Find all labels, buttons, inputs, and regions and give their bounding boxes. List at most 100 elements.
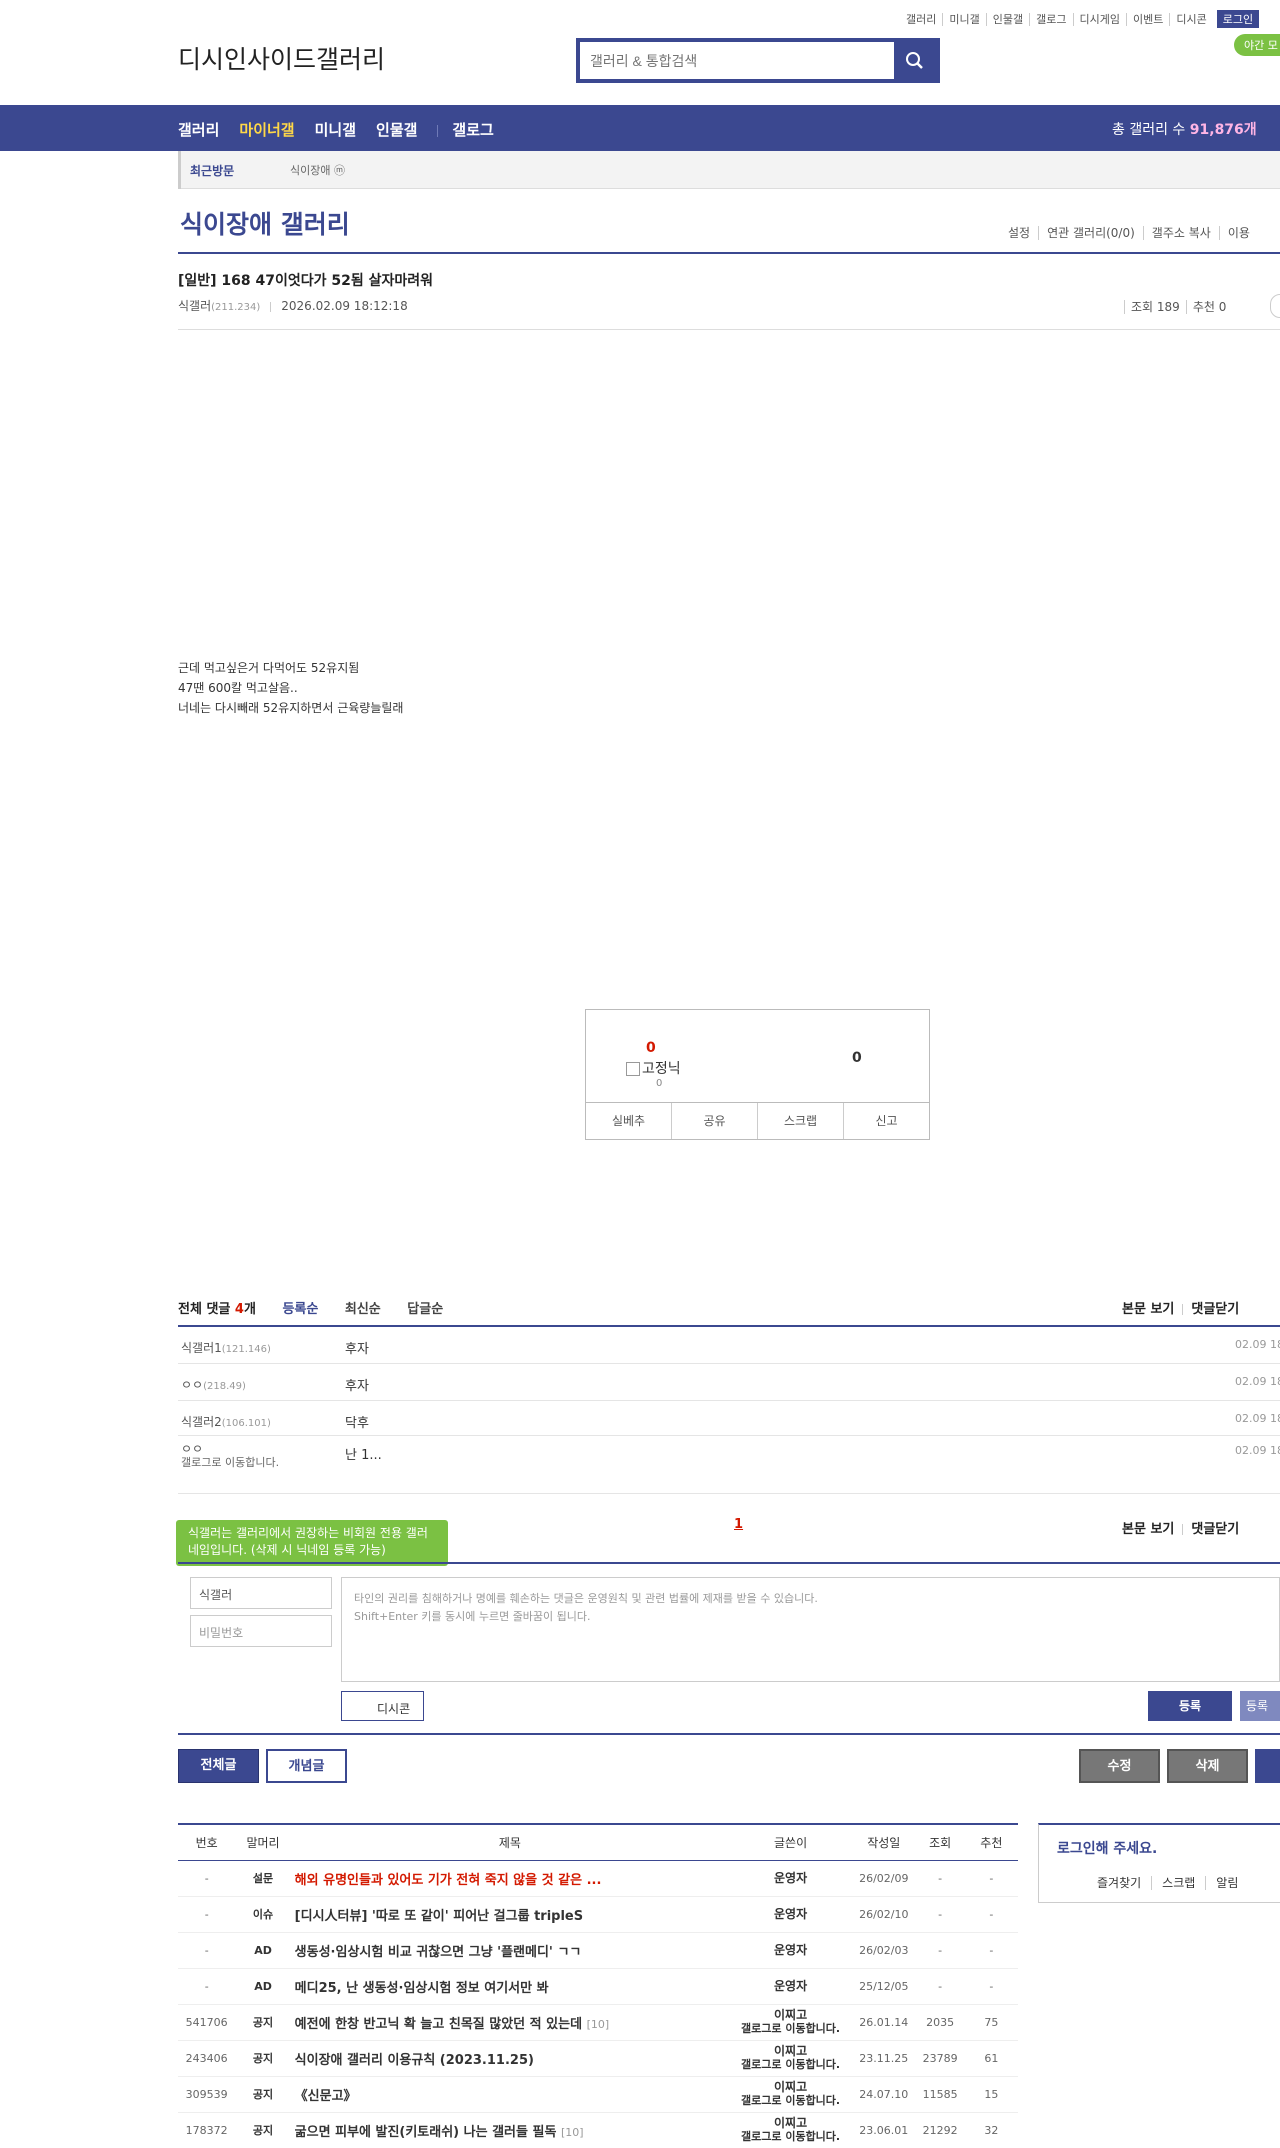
gallery-usage[interactable]: 이용	[1218, 226, 1258, 240]
sort-latest[interactable]: 최신순	[345, 1302, 381, 1317]
gallog-link-icon[interactable]: 갤로그로 이동합니다.	[729, 2094, 852, 2108]
report-button[interactable]: 신고	[843, 1103, 929, 1139]
share-button[interactable]: 공유	[671, 1103, 757, 1139]
post-date: 24.07.10	[852, 2076, 916, 2113]
best-recommend-button[interactable]: 실베추	[586, 1103, 671, 1139]
comment-nick[interactable]: ㅇㅇ 갤로그로 이동합니다.	[181, 1443, 311, 1470]
table-row[interactable]: 309539 공지 《신문고》 이찌고 갤로그로 이동합니다. 24.07.10 1158…	[178, 2076, 1018, 2113]
comment-nick[interactable]: 식갤러2(106.101)	[181, 1413, 271, 1430]
util-link-event[interactable]: 이벤트	[1125, 13, 1170, 26]
alarm-link[interactable]: 알림	[1205, 1876, 1249, 1890]
related-galleries[interactable]: 연관 갤러리(0/0)	[1038, 226, 1143, 240]
comment-nick[interactable]: 식갤러1(121.146)	[181, 1339, 271, 1356]
sort-replies[interactable]: 답글순	[407, 1302, 443, 1317]
nickname-field[interactable]: 식갤러	[190, 1577, 332, 1609]
write-button[interactable]	[1255, 1749, 1280, 1783]
comment-text: 닥후	[345, 1416, 369, 1431]
post-writer[interactable]: 이찌고 갤로그로 이동합니다.	[729, 2112, 853, 2148]
dccon-button[interactable]: 디시콘	[341, 1691, 424, 1721]
post-writer[interactable]: 이찌고 갤로그로 이동합니다.	[729, 2004, 853, 2041]
reply-count[interactable]: [10]	[561, 2126, 584, 2139]
gallog-link-icon[interactable]: 갤로그로 이동합니다.	[729, 2022, 852, 2036]
comment-page-1[interactable]: 1	[734, 1517, 743, 1532]
all-posts-button[interactable]: 전체글	[178, 1749, 259, 1783]
reply-count[interactable]: [10]	[587, 2018, 610, 2031]
gallog-link-icon[interactable]: 갤로그로 이동합니다.	[729, 2130, 852, 2144]
gallog-link-icon[interactable]: 갤로그로 이동합니다.	[729, 2058, 852, 2072]
login-button[interactable]: 로그인	[1216, 10, 1260, 28]
sort-registered[interactable]: 등록순	[282, 1302, 318, 1317]
post-title-link[interactable]: 해외 유명인들과 있어도 기가 전혀 죽지 않을 것 같은 ...	[290, 1860, 730, 1897]
util-link-person[interactable]: 인물갤	[985, 13, 1030, 26]
post-views: -	[915, 1968, 965, 2005]
util-link-gallog[interactable]: 갤로그	[1029, 13, 1073, 26]
post-title-link[interactable]: 《신문고》	[290, 2076, 730, 2113]
util-link-game[interactable]: 디시게임	[1072, 13, 1126, 26]
post-title-link[interactable]: 식이장애 갤러리 이용규칙 (2023.11.25)	[290, 2040, 730, 2077]
post-no: -	[178, 1896, 236, 1933]
post-author[interactable]: 식갤러	[178, 299, 211, 313]
nav-minor-gallery[interactable]: 마이너갤	[239, 121, 294, 139]
table-row[interactable]: - 이슈 [디시人터뷰] '따로 또 같이' 피어난 걸그룹 tripleS 운영자…	[178, 1896, 1018, 1933]
post-date: 23.11.25	[852, 2040, 916, 2077]
post-title-link[interactable]: [디시人터뷰] '따로 또 같이' 피어난 걸그룹 tripleS	[290, 1896, 730, 1933]
post-date: 25/12/05	[852, 1968, 916, 2005]
close-comments-button[interactable]: 댓글닫기	[1191, 1302, 1239, 1317]
night-mode-toggle[interactable]: 야간 모	[1234, 34, 1280, 56]
comment-nick[interactable]: ㅇㅇ(218.49)	[181, 1376, 246, 1393]
view-post-button[interactable]: 본문 보기	[1122, 1522, 1174, 1537]
favorites-link[interactable]: 즐겨찾기	[1087, 1876, 1151, 1890]
post-writer[interactable]: 운영자	[729, 1932, 853, 1969]
gallery-title[interactable]: 식이장애 갤러리	[180, 205, 350, 241]
post-writer[interactable]: 이찌고 갤로그로 이동합니다.	[729, 2040, 853, 2077]
comment-textarea[interactable]: 타인의 권리를 침해하거나 명예를 훼손하는 댓글은 운영원칙 및 관련 법률에…	[341, 1577, 1280, 1682]
close-comments-button[interactable]: 댓글닫기	[1191, 1522, 1239, 1537]
recent-item[interactable]: 식이장애 ⓜ	[290, 162, 345, 178]
concept-posts-button[interactable]: 개념글	[266, 1749, 347, 1783]
register-recommend-button[interactable]: 등록	[1240, 1691, 1280, 1721]
post-title-link[interactable]: 예전에 한창 반고닉 확 늘고 친목질 많았던 적 있는데 [10]	[290, 2004, 730, 2041]
nav-gallog[interactable]: 갤로그	[452, 121, 493, 139]
table-row[interactable]: 243406 공지 식이장애 갤러리 이용규칙 (2023.11.25) 이찌고 갤로…	[178, 2040, 1018, 2077]
post-writer[interactable]: 운영자	[729, 1860, 853, 1897]
login-prompt[interactable]: 로그인해 주세요.	[1057, 1838, 1157, 1858]
util-link-gallery[interactable]: 갤러리	[900, 13, 942, 26]
post-list: 번호 말머리 제목 글쓴이 작성일 조회 추천 - 설문 해외 유명인들과 있어도 …	[178, 1823, 1018, 2148]
post-title-link[interactable]: 굶으면 피부에 발진(키토래쉬) 나는 갤러들 필독 [10]	[290, 2112, 730, 2148]
search-input[interactable]	[580, 42, 880, 79]
comment-count: 4	[234, 1302, 244, 1317]
scrap-link[interactable]: 스크랩	[1151, 1876, 1206, 1890]
list-header: 번호 말머리 제목 글쓴이 작성일 조회 추천	[178, 1824, 1018, 1861]
edit-button[interactable]: 수정	[1079, 1749, 1160, 1783]
post-views: -	[915, 1860, 965, 1897]
search-button[interactable]	[894, 42, 936, 79]
scrap-button[interactable]: 스크랩	[757, 1103, 843, 1139]
post-title-link[interactable]: 메디25, 난 생동성·임상시험 정보 여기서만 봐	[290, 1968, 730, 2005]
copy-gallery-url[interactable]: 갤주소 복사	[1142, 226, 1219, 240]
nav-gallery[interactable]: 갤러리	[178, 121, 219, 139]
table-row[interactable]: - 설문 해외 유명인들과 있어도 기가 전혀 죽지 않을 것 같은 ... 운영자…	[178, 1860, 1018, 1897]
util-link-dccon[interactable]: 디시콘	[1169, 13, 1213, 26]
comment-item: 식갤러1(121.146) 후자 02.09 18	[178, 1327, 1280, 1364]
util-link-minigal[interactable]: 미니갤	[942, 13, 986, 26]
password-field[interactable]: 비밀번호	[190, 1615, 332, 1647]
gallery-settings[interactable]: 설정	[1000, 226, 1038, 240]
gallog-link-icon[interactable]: 갤로그로 이동합니다.	[181, 1456, 311, 1469]
post-title-link[interactable]: 생동성·임상시험 비교 귀찮으면 그냥 '플랜메디' ㄱㄱ	[290, 1932, 730, 1969]
post-writer[interactable]: 이찌고 갤로그로 이동합니다.	[729, 2076, 853, 2113]
view-post-button[interactable]: 본문 보기	[1122, 1302, 1174, 1317]
table-row[interactable]: - AD 생동성·임상시험 비교 귀찮으면 그냥 '플랜메디' ㄱㄱ 운영자 26/0…	[178, 1932, 1018, 1969]
site-logo[interactable]: 디시인사이드갤러리	[178, 40, 385, 76]
table-row[interactable]: 541706 공지 예전에 한창 반고닉 확 늘고 친목질 많았던 적 있는데 [1…	[178, 2004, 1018, 2041]
register-comment-button[interactable]: 등록	[1148, 1691, 1232, 1721]
delete-button[interactable]: 삭제	[1167, 1749, 1248, 1783]
post-writer[interactable]: 운영자	[729, 1896, 853, 1933]
comment-date: 02.09 18	[1235, 1412, 1280, 1425]
nav-person-gallery[interactable]: 인물갤	[376, 121, 417, 139]
table-row[interactable]: - AD 메디25, 난 생동성·임상시험 정보 여기서만 봐 운영자 25/12/0…	[178, 1968, 1018, 2005]
table-row[interactable]: 178372 공지 굶으면 피부에 발진(키토래쉬) 나는 갤러들 필독 [10] 이…	[178, 2112, 1018, 2148]
nav-mini-gallery[interactable]: 미니갤	[315, 121, 356, 139]
post-author-ip: (211.234)	[211, 302, 261, 313]
post-writer[interactable]: 운영자	[729, 1968, 853, 2005]
comment-jump-button[interactable]	[1270, 294, 1280, 318]
